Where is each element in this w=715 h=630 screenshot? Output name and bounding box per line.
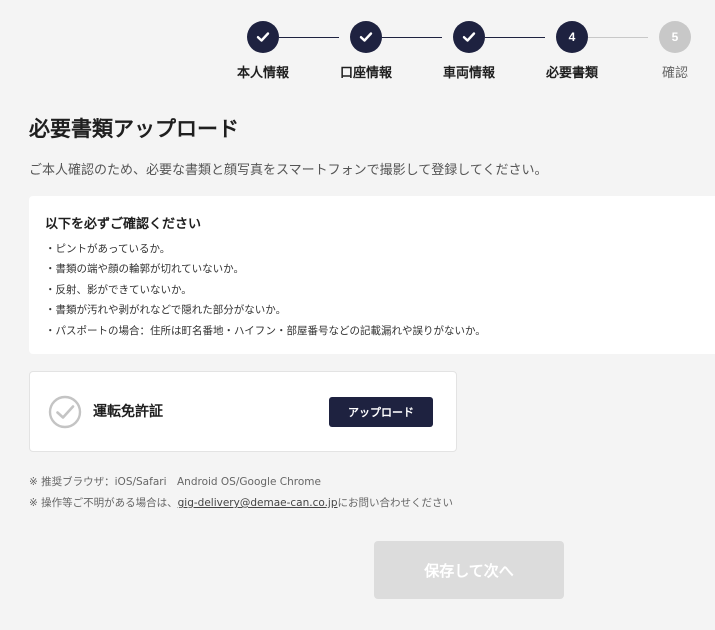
drivers-license-upload-card: 運転免許証 アップロード (29, 371, 457, 452)
upload-button[interactable]: アップロード (329, 397, 433, 427)
page-lead-text: ご本人確認のため、必要な書類と顔写真をスマートフォンで撮影して登録してください。 (29, 163, 548, 178)
contact-note-suffix: にお問い合わせください (337, 497, 454, 509)
progress-stepper: 4 5 本人情報 口座情報 車両情報 必要書類 確認 (0, 0, 715, 90)
step-5-circle: 5 (659, 21, 691, 53)
step-2-label: 口座情報 (339, 66, 392, 81)
step-4-circle: 4 (556, 21, 588, 53)
step-1-label: 本人情報 (236, 66, 289, 81)
check-circle-icon (48, 395, 82, 429)
check-icon (462, 32, 476, 42)
contact-note-prefix: ※ 操作等ご不明がある場合は、 (29, 497, 178, 509)
save-and-next-button[interactable]: 保存して次へ (374, 541, 564, 599)
contact-note: ※ 操作等ご不明がある場合は、gig-delivery@demae-can.co… (29, 495, 453, 510)
recommended-browser-note: ※ 推奨ブラウザ：iOS/Safari Android OS/Google Ch… (29, 476, 321, 488)
check-icon (256, 32, 270, 42)
check-icon (359, 32, 373, 42)
step-4-label: 必要書類 (545, 66, 598, 81)
document-name: 運転免許証 (93, 404, 163, 420)
page-title: 必要書類アップロード (29, 117, 239, 141)
step-5-label: 確認 (661, 66, 688, 81)
step-3-circle (453, 21, 485, 53)
step-2-circle (350, 21, 382, 53)
step-connector (588, 37, 648, 38)
step-connector (485, 37, 545, 38)
notice-item: ・書類の端や顔の輪郭が切れていないか。 (45, 263, 244, 276)
notice-item: ・反射、影ができていないか。 (45, 283, 192, 296)
step-1-circle (247, 21, 279, 53)
step-connector (382, 37, 442, 38)
confirmation-notice: 以下を必ずご確認ください ・ピントがあっているか。 ・書類の端や顔の輪郭が切れて… (29, 196, 715, 354)
step-connector (279, 37, 339, 38)
notice-title: 以下を必ずご確認ください (45, 217, 202, 232)
notice-item: ・パスポートの場合：住所は町名番地・ハイフン・部屋番号などの記載漏れや誤りがない… (45, 324, 486, 337)
notice-item: ・書類が汚れや剥がれなどで隠れた部分がないか。 (45, 304, 287, 317)
step-3-label: 車両情報 (442, 66, 495, 81)
notice-item: ・ピントがあっているか。 (45, 243, 171, 255)
contact-email-link[interactable]: gig-delivery@demae-can.co.jp (178, 497, 338, 509)
